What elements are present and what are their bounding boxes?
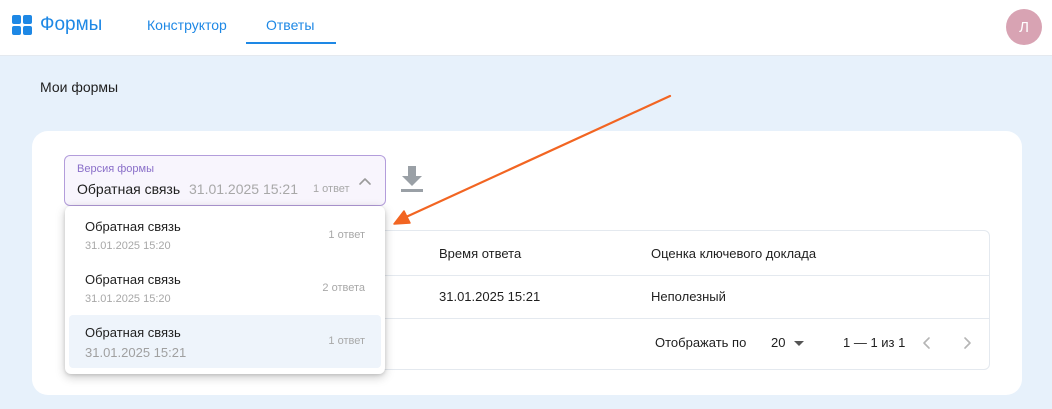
option-count: 2 ответа [322, 282, 365, 294]
rows-per-page-select[interactable]: 20 [771, 331, 807, 353]
option-count: 1 ответ [328, 335, 365, 347]
form-version-option[interactable]: Обратная связь 31.01.2025 15:20 1 ответ [69, 209, 381, 262]
tab-answers[interactable]: Ответы [266, 17, 314, 33]
rows-per-page-value: 20 [771, 335, 786, 350]
download-icon[interactable] [400, 166, 424, 194]
active-tab-indicator [246, 42, 336, 44]
pagination-range: 1 — 1 из 1 [843, 335, 906, 350]
column-header-time[interactable]: Время ответа [439, 246, 521, 261]
option-name: Обратная связь [85, 325, 181, 340]
form-version-option[interactable]: Обратная связь 31.01.2025 15:20 2 ответа [69, 262, 381, 315]
app-logo[interactable]: Формы [12, 14, 102, 36]
option-name: Обратная связь [85, 272, 181, 287]
form-version-date: 31.01.2025 15:21 [189, 181, 298, 197]
form-version-option-selected[interactable]: Обратная связь 31.01.2025 15:21 1 ответ [69, 315, 381, 368]
option-count: 1 ответ [328, 229, 365, 241]
option-date: 31.01.2025 15:21 [85, 345, 187, 360]
grid-icon [12, 15, 32, 35]
option-date: 31.01.2025 15:20 [85, 240, 171, 252]
form-version-name: Обратная связь [77, 181, 181, 197]
column-header-rating[interactable]: Оценка ключевого доклада [651, 246, 816, 261]
table-cell-rating: Неполезный [651, 289, 726, 304]
form-version-dropdown: Обратная связь 31.01.2025 15:20 1 ответ … [65, 206, 385, 374]
form-version-count: 1 ответ [313, 183, 350, 195]
chevron-left-icon[interactable] [920, 335, 934, 351]
chevron-right-icon[interactable] [960, 335, 974, 351]
option-name: Обратная связь [85, 219, 181, 234]
form-version-label: Версия формы [77, 163, 154, 175]
form-version-select[interactable]: Версия формы Обратная связь 31.01.2025 1… [64, 155, 386, 206]
avatar[interactable]: Л [1006, 9, 1042, 45]
rows-per-page-label: Отображать по [655, 335, 747, 350]
app-title: Формы [40, 14, 103, 35]
caret-down-icon [794, 341, 804, 346]
chevron-up-icon [359, 178, 371, 185]
table-cell-time: 31.01.2025 15:21 [439, 289, 541, 304]
tab-constructor[interactable]: Конструктор [147, 17, 227, 33]
page-title: Мои формы [40, 79, 119, 95]
option-date: 31.01.2025 15:20 [85, 293, 171, 305]
top-bar: Формы Конструктор Ответы Л [0, 0, 1052, 56]
